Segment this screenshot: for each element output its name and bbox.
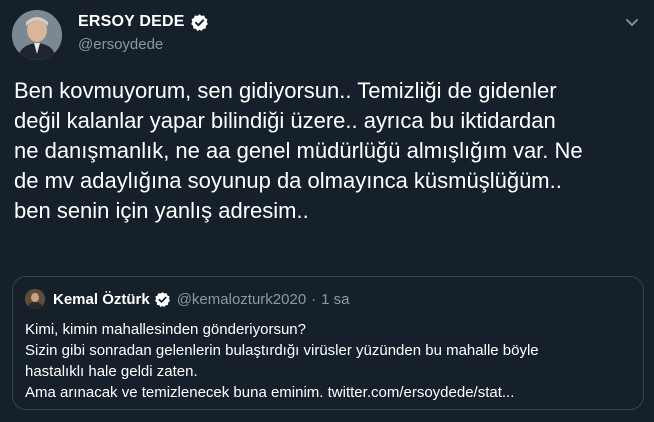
tweet-text-line: ne danışmanlık, ne aa genel müdürlüğü al… [14,138,583,163]
quoted-author-handle[interactable]: @kemalozturk2020 [177,291,306,308]
quoted-tweet-separator: · [311,290,317,308]
quoted-author-avatar[interactable] [25,289,45,309]
quoted-tweet-timestamp[interactable]: 1 sa [321,291,349,308]
tweet-text-line: de mv adaylığına soyunup da olmayınca kü… [14,168,562,193]
quoted-tweet-text-line: hastalıklı hale geldi zaten. [25,363,198,380]
author-handle[interactable]: @ersoydede [78,36,163,53]
quoted-tweet-header: Kemal Öztürk @kemalozturk2020 · 1 sa [53,289,350,309]
verified-badge-icon [154,291,171,308]
author-display-name[interactable]: ERSOY DEDE [78,13,185,31]
tweet-text: Ben kovmuyorum, sen gidiyorsun.. Temizli… [14,76,644,226]
tweet-text-line: Ben kovmuyorum, sen gidiyorsun.. Temizli… [14,78,557,103]
author-name-row: ERSOY DEDE [78,11,209,33]
chevron-down-icon[interactable] [624,14,640,30]
quoted-tweet-card[interactable]: Kemal Öztürk @kemalozturk2020 · 1 sa Kim… [12,276,644,410]
quoted-author-display-name[interactable]: Kemal Öztürk [53,291,150,308]
quoted-tweet-text-line: Kimi, kimin mahallesinden gönderiyorsun? [25,321,306,338]
quoted-tweet-text: Kimi, kimin mahallesinden gönderiyorsun?… [25,319,635,403]
tweet-text-line: değil kalanlar yapar bilindiği üzere.. a… [14,108,556,133]
tweet-card: ERSOY DEDE @ersoydede Ben kovmuyorum, se… [0,0,654,422]
author-avatar[interactable] [12,10,62,60]
quoted-tweet-text-line: Sizin gibi sonradan gelenlerin bulaştırd… [25,342,539,359]
quoted-tweet-text-line: Ama arınacak ve temizlenecek buna eminim… [25,384,515,401]
tweet-text-line: ben senin için yanlış adresim.. [14,198,309,223]
verified-badge-icon [190,13,209,32]
